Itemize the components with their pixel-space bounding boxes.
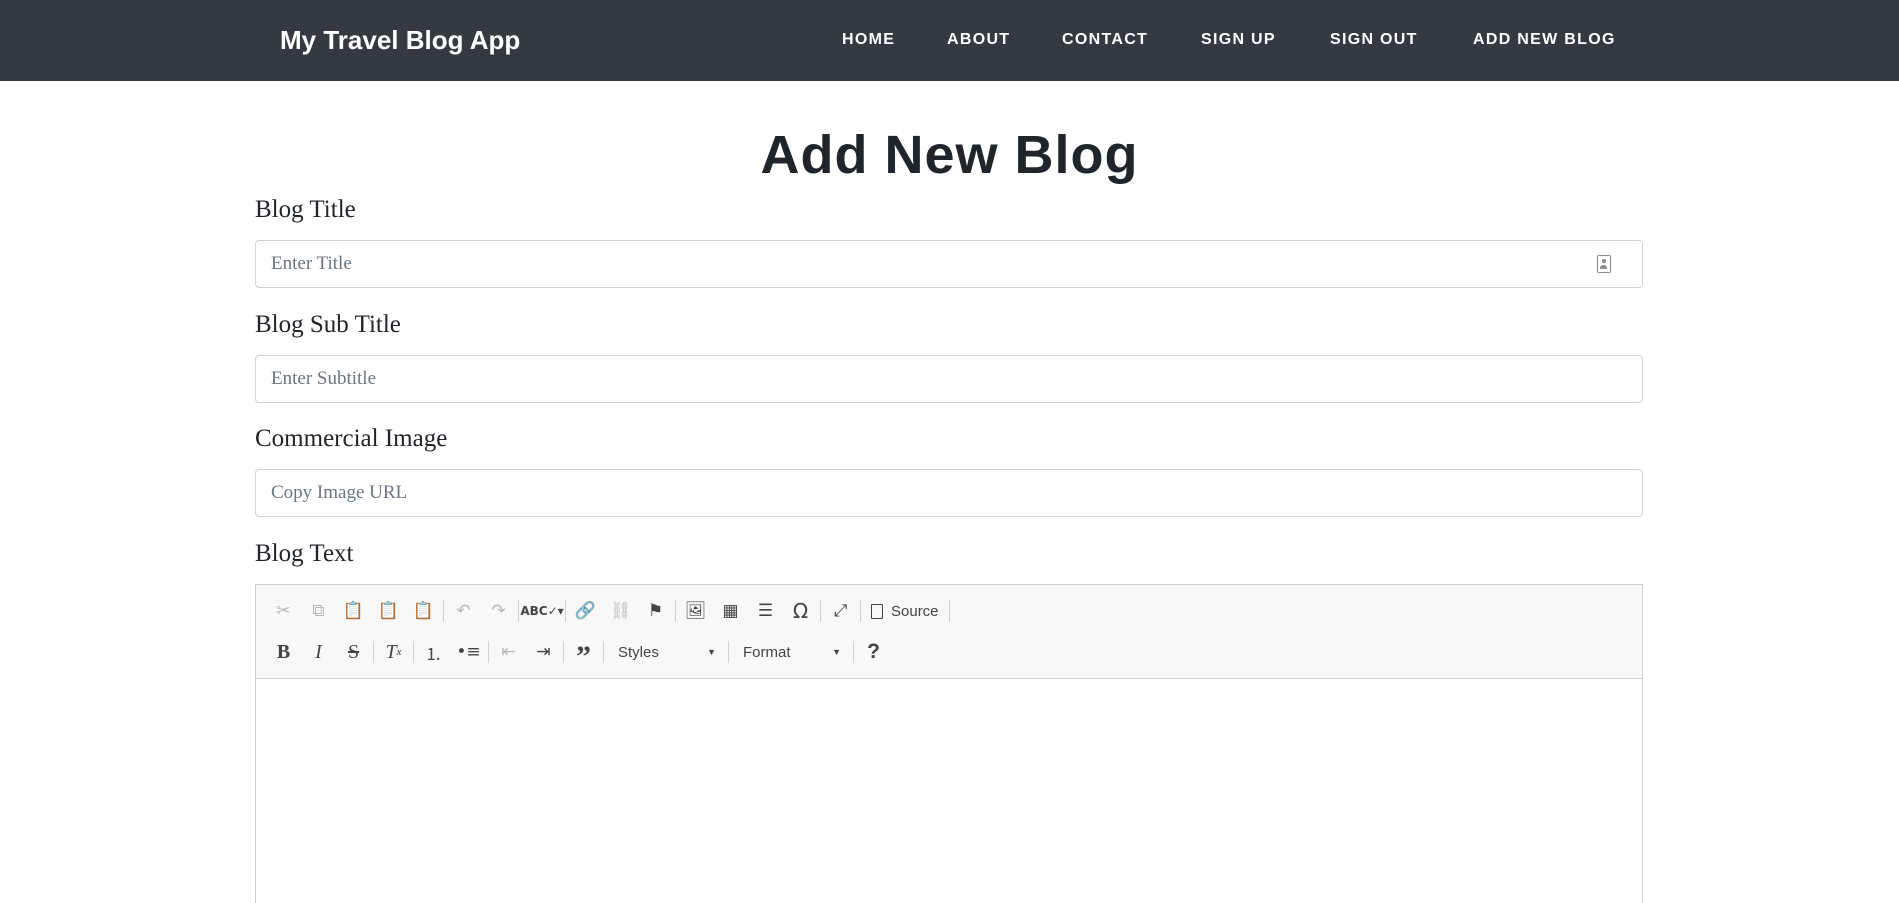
toolbar-row-1: ✂ ⧉ 📋 📋 📋 ↶ ↷ ABC✓▾ 🔗 ⛓ ⚑ 🖼 ▦ ☰ Ω ⤢ Sour… [266,595,952,627]
editor-content-area[interactable] [256,680,1642,903]
spellcheck-icon[interactable]: ABC✓▾ [520,596,563,626]
special-char-icon[interactable]: Ω [783,596,818,626]
nav-link-contact[interactable]: CONTACT [1062,0,1148,81]
nav-links: HOME ABOUT CONTACT SIGN UP SIGN OUT ADD … [0,0,1899,81]
remove-format-icon[interactable]: Tx [376,637,411,667]
toolbar-separator [488,641,489,663]
blog-title-label: Blog Title [255,196,356,223]
toolbar-separator [565,600,566,622]
blog-subtitle-label: Blog Sub Title [255,311,401,338]
italic-icon[interactable]: I [301,637,336,667]
toolbar-separator [443,600,444,622]
toolbar-separator [373,641,374,663]
horizontal-line-icon[interactable]: ☰ [748,596,783,626]
bulleted-list-icon[interactable]: •≡ [451,637,486,667]
cut-icon[interactable]: ✂ [266,596,301,626]
indent-icon[interactable]: ⇥ [526,637,561,667]
source-label: Source [891,602,939,620]
blog-text-label: Blog Text [255,540,354,567]
format-dropdown[interactable]: Format ▼ [731,637,851,667]
paste-word-icon[interactable]: 📋 [406,596,441,626]
toolbar-separator [820,600,821,622]
source-icon [871,603,883,619]
anchor-icon[interactable]: ⚑ [638,596,673,626]
styles-dropdown[interactable]: Styles ▼ [606,637,726,667]
editor-toolbar: ✂ ⧉ 📋 📋 📋 ↶ ↷ ABC✓▾ 🔗 ⛓ ⚑ 🖼 ▦ ☰ Ω ⤢ Sour… [256,585,1642,679]
table-icon[interactable]: ▦ [713,596,748,626]
toolbar-separator [603,641,604,663]
unlink-icon[interactable]: ⛓ [603,596,638,626]
undo-icon[interactable]: ↶ [446,596,481,626]
source-button[interactable]: Source [863,596,947,626]
toolbar-separator [675,600,676,622]
nav-link-about[interactable]: ABOUT [947,0,1010,81]
toolbar-separator [728,641,729,663]
styles-label: Styles [618,643,659,661]
help-icon[interactable]: ? [856,637,891,667]
paste-text-icon[interactable]: 📋 [371,596,406,626]
toolbar-separator [860,600,861,622]
copy-icon[interactable]: ⧉ [301,596,336,626]
outdent-icon[interactable]: ⇤ [491,637,526,667]
contact-card-icon[interactable] [1597,255,1611,273]
redo-icon[interactable]: ↷ [481,596,516,626]
paste-icon[interactable]: 📋 [336,596,371,626]
chevron-down-icon: ▼ [832,647,841,657]
strike-icon[interactable]: S [336,637,371,667]
commercial-image-label: Commercial Image [255,425,448,452]
commercial-image-input[interactable] [255,469,1643,517]
image-icon[interactable]: 🖼 [678,596,713,626]
format-label: Format [743,643,791,661]
toolbar-separator [563,641,564,663]
maximize-icon[interactable]: ⤢ [823,596,858,626]
rich-text-editor: ✂ ⧉ 📋 📋 📋 ↶ ↷ ABC✓▾ 🔗 ⛓ ⚑ 🖼 ▦ ☰ Ω ⤢ Sour… [255,584,1643,903]
toolbar-separator [413,641,414,663]
nav-link-sign-up[interactable]: SIGN UP [1201,0,1276,81]
blog-title-input[interactable] [255,240,1643,288]
toolbar-separator [518,600,519,622]
bold-icon[interactable]: B [266,637,301,667]
link-icon[interactable]: 🔗 [568,596,603,626]
blog-subtitle-input[interactable] [255,355,1643,403]
navbar: My Travel Blog App HOME ABOUT CONTACT SI… [0,0,1899,81]
nav-link-home[interactable]: HOME [842,0,895,81]
numbered-list-icon[interactable]: ⒈ [416,637,451,667]
chevron-down-icon: ▼ [707,647,716,657]
page-title: Add New Blog [760,125,1139,185]
toolbar-separator [853,641,854,663]
nav-link-sign-out[interactable]: SIGN OUT [1330,0,1418,81]
toolbar-row-2: B I S Tx ⒈ •≡ ⇤ ⇥ ” Styles ▼ Format ▼ ? [266,636,891,672]
toolbar-separator [948,600,950,622]
blockquote-icon[interactable]: ” [566,637,601,672]
nav-link-add-new-blog[interactable]: ADD NEW BLOG [1473,0,1616,81]
